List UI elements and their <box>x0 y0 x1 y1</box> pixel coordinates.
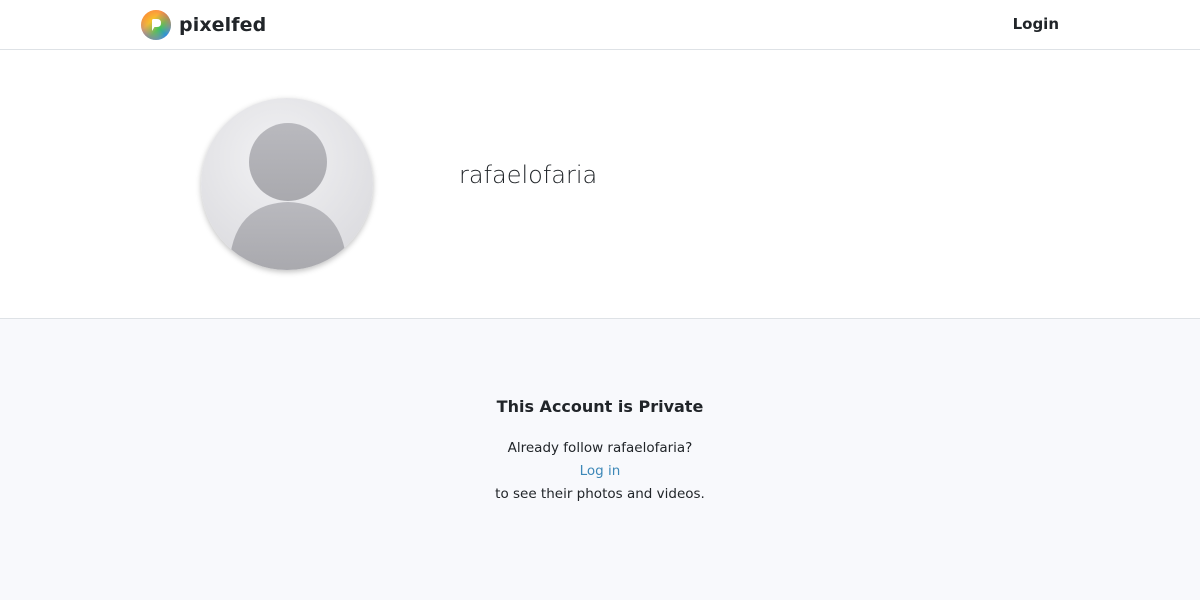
follow-up-text: to see their photos and videos. <box>495 486 705 502</box>
pixelfed-logo-icon <box>141 10 171 40</box>
log-in-link[interactable]: Log in <box>580 463 621 479</box>
private-account-title: This Account is Private <box>496 397 704 416</box>
brand-home-link[interactable]: pixelfed <box>141 10 266 40</box>
login-button[interactable]: Login <box>1013 15 1059 33</box>
avatar[interactable] <box>201 98 373 270</box>
profile-header: rafaelofaria <box>0 50 1200 319</box>
login-link-row: Log in <box>0 463 1200 479</box>
profile-username: rafaelofaria <box>459 161 598 189</box>
private-account-notice: This Account is Private Already follow r… <box>0 319 1200 600</box>
brand-name: pixelfed <box>179 14 267 36</box>
follow-prompt-text: Already follow rafaelofaria? <box>507 440 693 456</box>
top-navbar: pixelfed Login <box>0 0 1200 50</box>
default-avatar-icon <box>201 98 373 270</box>
